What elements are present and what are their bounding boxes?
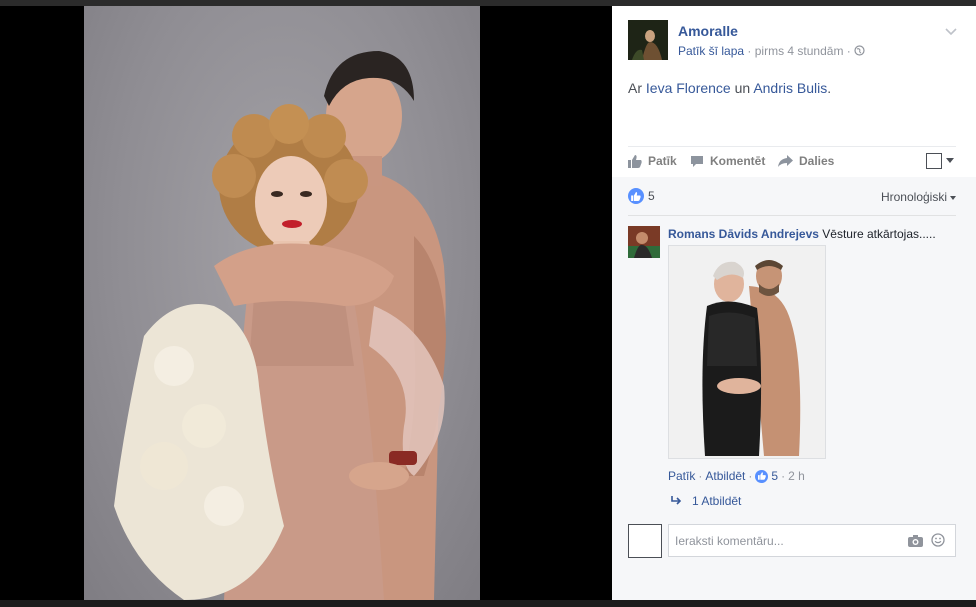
tagged-person-link[interactable]: Andris Bulis xyxy=(753,80,827,96)
caret-down-icon[interactable] xyxy=(946,158,954,163)
post-text-end: . xyxy=(827,80,832,96)
comment-line: Romans Dāvids Andrejevs Vēsture atkārtoj… xyxy=(668,227,936,241)
page-name-link[interactable]: Amoralle xyxy=(678,23,738,39)
share-icon xyxy=(778,154,793,167)
comments-section: 5 Hronoloģiski Romans Dāvids Andrejevs V… xyxy=(612,177,976,600)
comment-reply-link[interactable]: Atbildēt xyxy=(705,469,745,483)
page-avatar[interactable] xyxy=(628,20,668,60)
post-text: Ar Ieva Florence un Andris Bulis. xyxy=(628,80,831,96)
chevron-down-icon[interactable] xyxy=(944,24,958,36)
share-button[interactable]: Dalies xyxy=(778,154,834,168)
meta-separator: · xyxy=(747,44,752,58)
tagged-person-link[interactable]: Ieva Florence xyxy=(646,80,731,96)
bottom-strip xyxy=(0,600,976,607)
comment-separator: · xyxy=(748,469,753,483)
comment-photo-illustration xyxy=(669,246,825,458)
share-label: Dalies xyxy=(799,154,835,168)
meta-separator: · xyxy=(846,44,851,58)
comment-button[interactable]: Komentēt xyxy=(690,154,765,168)
post-time[interactable]: pirms 4 stundām xyxy=(755,44,844,58)
emoji-icon[interactable] xyxy=(931,533,945,552)
camera-icon[interactable] xyxy=(908,534,923,552)
post-photo[interactable] xyxy=(84,6,480,600)
comment-order-label: Hronoloģiski xyxy=(880,190,947,204)
reactions-row: 5 Hronoloģiski xyxy=(628,187,956,216)
comment-actions: Patīk · Atbildēt · 5 · 2 h xyxy=(668,469,805,483)
comment-like-link[interactable]: Patīk xyxy=(668,469,695,483)
like-label: Patīk xyxy=(648,154,677,168)
user-avatar xyxy=(628,524,662,558)
with-prefix: Ar xyxy=(628,80,642,96)
conjunction: un xyxy=(734,80,751,96)
reaction-count[interactable]: 5 xyxy=(648,189,655,203)
commenter-avatar[interactable] xyxy=(628,226,660,258)
globe-icon[interactable] xyxy=(854,45,865,59)
thumbs-up-icon xyxy=(628,154,642,168)
comment-time[interactable]: 2 h xyxy=(788,469,805,483)
photo-stage[interactable] xyxy=(0,6,612,600)
photo-illustration xyxy=(114,51,446,600)
post-panel: Amoralle Patīk šī lapa · pirms 4 stundām… xyxy=(612,6,976,600)
comment-icon xyxy=(691,155,703,167)
like-page-link[interactable]: Patīk šī lapa xyxy=(678,44,744,58)
replies-label: 1 Atbildēt xyxy=(692,494,742,508)
comment-label: Komentēt xyxy=(710,154,766,168)
share-as-selector[interactable] xyxy=(926,153,942,169)
post-meta: Patīk šī lapa · pirms 4 stundām · xyxy=(678,44,865,59)
like-reaction-icon[interactable] xyxy=(755,469,769,483)
like-button[interactable]: Patīk xyxy=(628,154,677,168)
post-actions-bar: Patīk Komentēt Dalies xyxy=(628,146,956,178)
like-reaction-icon[interactable] xyxy=(628,188,644,204)
caret-down-icon xyxy=(950,195,956,200)
comment-photo[interactable] xyxy=(668,245,826,459)
reply-arrow-icon xyxy=(671,496,682,505)
comment-author-link[interactable]: Romans Dāvids Andrejevs xyxy=(668,227,819,241)
comment-separator: · xyxy=(781,469,786,483)
view-replies-link[interactable]: 1 Atbildēt xyxy=(670,494,741,508)
comment-text: Vēsture atkārtojas..... xyxy=(822,227,936,241)
comment-order-dropdown[interactable]: Hronoloģiski xyxy=(881,190,956,204)
comment-like-count[interactable]: 5 xyxy=(771,469,778,483)
comment-separator: · xyxy=(698,469,703,483)
